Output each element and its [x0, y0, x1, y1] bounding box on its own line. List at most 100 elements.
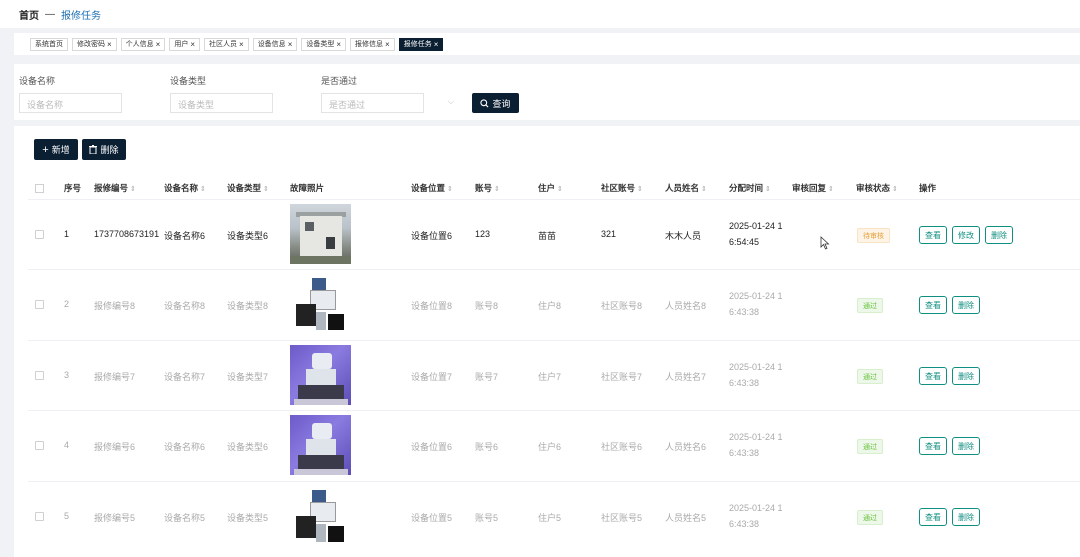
cell-device-type: 设备类型5	[227, 513, 269, 523]
fault-photo[interactable]	[290, 345, 351, 405]
sort-icon[interactable]: ⇕	[494, 186, 500, 193]
col-location[interactable]: 设备位置 ⇕	[411, 182, 453, 194]
sort-icon[interactable]: ⇕	[828, 186, 834, 193]
tab-label: 修改密码	[77, 41, 105, 48]
col-device-type[interactable]: 设备类型 ⇕	[227, 182, 269, 194]
sort-icon[interactable]: ⇕	[263, 186, 269, 193]
add-button[interactable]: + 新增	[34, 139, 78, 160]
tab-4[interactable]: 社区人员 ×	[204, 37, 249, 51]
query-button[interactable]: 查询	[472, 93, 519, 113]
cell-resident: 苗苗	[538, 231, 557, 241]
delete-button[interactable]: 删除	[952, 508, 980, 526]
sort-icon[interactable]: ⇕	[130, 186, 136, 193]
tab-2[interactable]: 个人信息 ×	[120, 37, 166, 51]
row-checkbox[interactable]	[35, 300, 44, 309]
sort-icon[interactable]: ⇕	[765, 186, 771, 193]
tab-label: 个人信息	[125, 41, 154, 48]
delete-button[interactable]: 删除	[985, 226, 1013, 244]
col-account[interactable]: 账号 ⇕	[475, 182, 500, 194]
cell-community-account: 社区账号7	[601, 372, 643, 382]
col-repair-no[interactable]: 报修编号 ⇕	[94, 182, 136, 194]
cell-resident: 住户7	[538, 372, 562, 382]
batch-delete-button[interactable]: 删除	[82, 139, 126, 160]
view-button[interactable]: 查看	[919, 367, 947, 385]
tab-1[interactable]: 修改密码 ×	[72, 37, 117, 51]
cell-location: 设备位置5	[411, 513, 453, 523]
fault-photo[interactable]	[290, 274, 351, 334]
row-checkbox[interactable]	[35, 230, 44, 239]
col-device-type-label: 设备类型	[227, 183, 262, 193]
tab-5[interactable]: 设备信息 ×	[252, 37, 298, 51]
breadcrumb-home[interactable]: 首页	[19, 7, 39, 22]
sort-icon[interactable]: ⇕	[637, 186, 643, 193]
view-button[interactable]: 查看	[919, 508, 947, 526]
tab-3[interactable]: 用户 ×	[169, 37, 201, 51]
sort-icon[interactable]: ⇕	[200, 186, 206, 193]
col-audit-reply[interactable]: 审核回复 ⇕	[792, 182, 834, 194]
tab-0[interactable]: 系统首页	[30, 37, 68, 51]
close-icon[interactable]: ×	[107, 40, 112, 49]
cell-community-account: 321	[601, 229, 617, 239]
close-icon[interactable]: ×	[156, 40, 161, 49]
cell-repair-no: 报修编号5	[94, 513, 136, 523]
cell-location: 设备位置6	[411, 231, 453, 241]
close-icon[interactable]: ×	[336, 40, 341, 49]
row-checkbox[interactable]	[35, 371, 44, 380]
cell-device-name: 设备名称7	[164, 372, 206, 382]
tab-label: 社区人员	[209, 41, 238, 48]
cell-index: 4	[64, 440, 70, 450]
fault-photo[interactable]	[290, 486, 351, 546]
col-audit-status-label: 审核状态	[856, 183, 891, 193]
close-icon[interactable]: ×	[434, 40, 439, 49]
col-location-label: 设备位置	[411, 183, 446, 193]
cell-staff-name: 人员姓名8	[665, 301, 707, 311]
col-staff-name[interactable]: 人员姓名 ⇕	[665, 182, 707, 194]
cell-account: 账号7	[475, 372, 499, 382]
cell-account: 123	[475, 229, 491, 239]
cell-repair-no: 报修编号7	[94, 372, 136, 382]
col-device-name[interactable]: 设备名称 ⇕	[164, 182, 206, 194]
col-assign-time[interactable]: 分配时间 ⇕	[729, 182, 771, 194]
cell-assign-time: 2025-01-24 1	[729, 503, 783, 513]
close-icon[interactable]: ×	[288, 40, 293, 49]
cell-staff-name: 人员姓名6	[665, 442, 707, 452]
cell-location: 设备位置6	[411, 442, 453, 452]
col-audit-status[interactable]: 审核状态 ⇕	[856, 182, 898, 194]
close-icon[interactable]: ×	[385, 40, 390, 49]
view-button[interactable]: 查看	[919, 437, 947, 455]
device-name-input[interactable]: 设备名称	[19, 93, 122, 113]
delete-button[interactable]: 删除	[952, 296, 980, 314]
edit-button[interactable]: 修改	[952, 226, 980, 244]
cell-device-name: 设备名称5	[164, 513, 206, 523]
sort-icon[interactable]: ⇕	[701, 186, 707, 193]
col-community-account[interactable]: 社区账号 ⇕	[601, 182, 643, 194]
tab-label: 报修信息	[355, 41, 384, 48]
row-checkbox[interactable]	[35, 441, 44, 450]
tab-8[interactable]: 报修任务 ×	[398, 37, 444, 51]
device-type-input[interactable]: 设备类型	[170, 93, 273, 113]
fault-photo[interactable]	[290, 204, 351, 264]
cell-assign-time: 2025-01-24 1	[729, 291, 783, 301]
close-icon[interactable]: ×	[239, 40, 244, 49]
delete-button[interactable]: 删除	[952, 437, 980, 455]
col-resident[interactable]: 住户 ⇕	[538, 182, 563, 194]
delete-button[interactable]: 删除	[952, 367, 980, 385]
col-community-account-label: 社区账号	[601, 183, 636, 193]
col-index: 序号	[64, 183, 82, 193]
sort-icon[interactable]: ⇕	[892, 186, 898, 193]
tab-7[interactable]: 报修信息 ×	[350, 37, 395, 51]
select-all-checkbox[interactable]	[35, 184, 44, 193]
row-checkbox[interactable]	[35, 512, 44, 521]
view-button[interactable]: 查看	[919, 296, 947, 314]
sort-icon[interactable]: ⇕	[447, 186, 453, 193]
close-icon[interactable]: ×	[190, 40, 195, 49]
cell-index: 2	[64, 299, 70, 309]
sort-icon[interactable]: ⇕	[557, 186, 563, 193]
pass-select[interactable]: 是否通过 ⌵	[321, 93, 454, 113]
table-row: 1 1737708673191 设备名称6 设备类型6 设备位置6 123 苗苗 321 木木人…	[28, 199, 1080, 269]
tab-6[interactable]: 设备类型 ×	[301, 37, 347, 51]
status-badge: 通过	[857, 439, 883, 454]
fault-photo[interactable]	[290, 415, 351, 475]
cell-assign-time: 2025-01-24 1	[729, 432, 783, 442]
view-button[interactable]: 查看	[919, 226, 947, 244]
